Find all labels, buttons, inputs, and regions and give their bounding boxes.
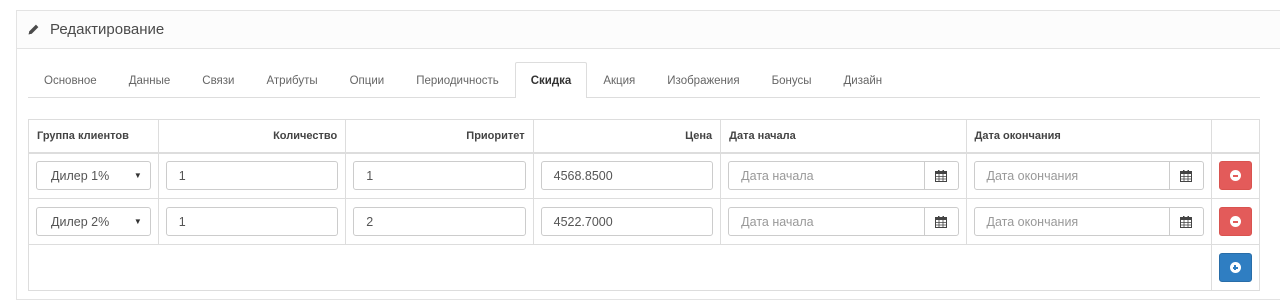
tab-bar: Основное Данные Связи Атрибуты Опции Пер…: [28, 62, 1260, 98]
panel-title: Редактирование: [50, 21, 165, 38]
date-start-input[interactable]: Дата начала: [729, 162, 923, 189]
header-quantity: Количество: [157, 119, 347, 154]
date-start-group: Дата начала: [728, 161, 959, 191]
date-start-calendar-button[interactable]: [923, 208, 958, 235]
remove-discount-button[interactable]: [1218, 161, 1252, 191]
tab-options[interactable]: Опции: [334, 64, 401, 97]
customer-group-value: Дилер 1%: [51, 168, 110, 183]
priority-input[interactable]: 2: [353, 207, 526, 236]
customer-group-select[interactable]: Дилер 2% ▼: [36, 207, 151, 236]
caret-down-icon: ▼: [133, 171, 142, 181]
tab-recurring[interactable]: Периодичность: [400, 64, 515, 97]
minus-circle-icon: [1229, 170, 1241, 182]
date-start-calendar-button[interactable]: [923, 162, 958, 190]
date-end-input[interactable]: Дата окончания: [975, 162, 1169, 189]
date-end-calendar-button[interactable]: [1168, 162, 1203, 190]
date-end-group: Дата окончания: [973, 161, 1204, 191]
calendar-icon: [935, 169, 948, 182]
add-discount-button[interactable]: [1218, 253, 1252, 282]
date-end-calendar-button[interactable]: [1168, 208, 1203, 235]
tab-images[interactable]: Изображения: [651, 64, 755, 97]
tab-special[interactable]: Акция: [587, 64, 651, 97]
tab-design[interactable]: Дизайн: [828, 64, 899, 97]
price-input[interactable]: 4568.8500: [540, 161, 714, 191]
header-date-end: Дата окончания: [965, 119, 1212, 154]
quantity-input[interactable]: 1: [165, 161, 339, 191]
calendar-icon: [1180, 215, 1193, 228]
discount-table: Группа клиентов Количество Приоритет Цен…: [28, 119, 1261, 291]
customer-group-value: Дилер 2%: [51, 214, 110, 229]
tab-data[interactable]: Данные: [113, 64, 187, 97]
price-input[interactable]: 4522.7000: [540, 207, 714, 236]
date-start-input[interactable]: Дата начала: [729, 208, 923, 235]
tab-bonuses[interactable]: Бонусы: [756, 64, 828, 97]
tab-discount[interactable]: Скидка: [514, 62, 588, 98]
panel-heading: Редактирование: [17, 11, 1280, 49]
table-row: Дилер 1% ▼ 1 1 4568.8500 Дата начала Дат…: [28, 152, 1261, 199]
header-date-start: Дата начала: [720, 119, 967, 154]
header-priority: Приоритет: [345, 119, 534, 154]
minus-circle-icon: [1229, 216, 1241, 227]
tab-attributes[interactable]: Атрибуты: [250, 64, 333, 97]
edit-panel: Редактирование Основное Данные Связи Атр…: [16, 10, 1280, 300]
plus-circle-icon: [1229, 262, 1241, 273]
priority-input[interactable]: 1: [353, 161, 526, 191]
remove-discount-button[interactable]: [1218, 207, 1252, 236]
table-header-row: Группа клиентов Количество Приоритет Цен…: [28, 119, 1261, 154]
date-end-group: Дата окончания: [973, 207, 1204, 236]
table-footer-row: [28, 244, 1261, 291]
caret-down-icon: ▼: [133, 217, 142, 226]
calendar-icon: [935, 215, 948, 228]
customer-group-select[interactable]: Дилер 1% ▼: [36, 161, 151, 191]
header-price: Цена: [532, 119, 722, 154]
date-end-input[interactable]: Дата окончания: [975, 208, 1169, 235]
table-row: Дилер 2% ▼ 1 2 4522.7000 Дата начала Дат…: [28, 198, 1261, 245]
header-customer-group: Группа клиентов: [28, 119, 159, 154]
tab-basic[interactable]: Основное: [28, 64, 113, 97]
pencil-icon: [28, 24, 39, 35]
date-start-group: Дата начала: [728, 207, 959, 236]
header-actions: [1210, 119, 1261, 154]
calendar-icon: [1180, 169, 1193, 182]
tab-links[interactable]: Связи: [186, 64, 250, 97]
quantity-input[interactable]: 1: [165, 207, 339, 236]
